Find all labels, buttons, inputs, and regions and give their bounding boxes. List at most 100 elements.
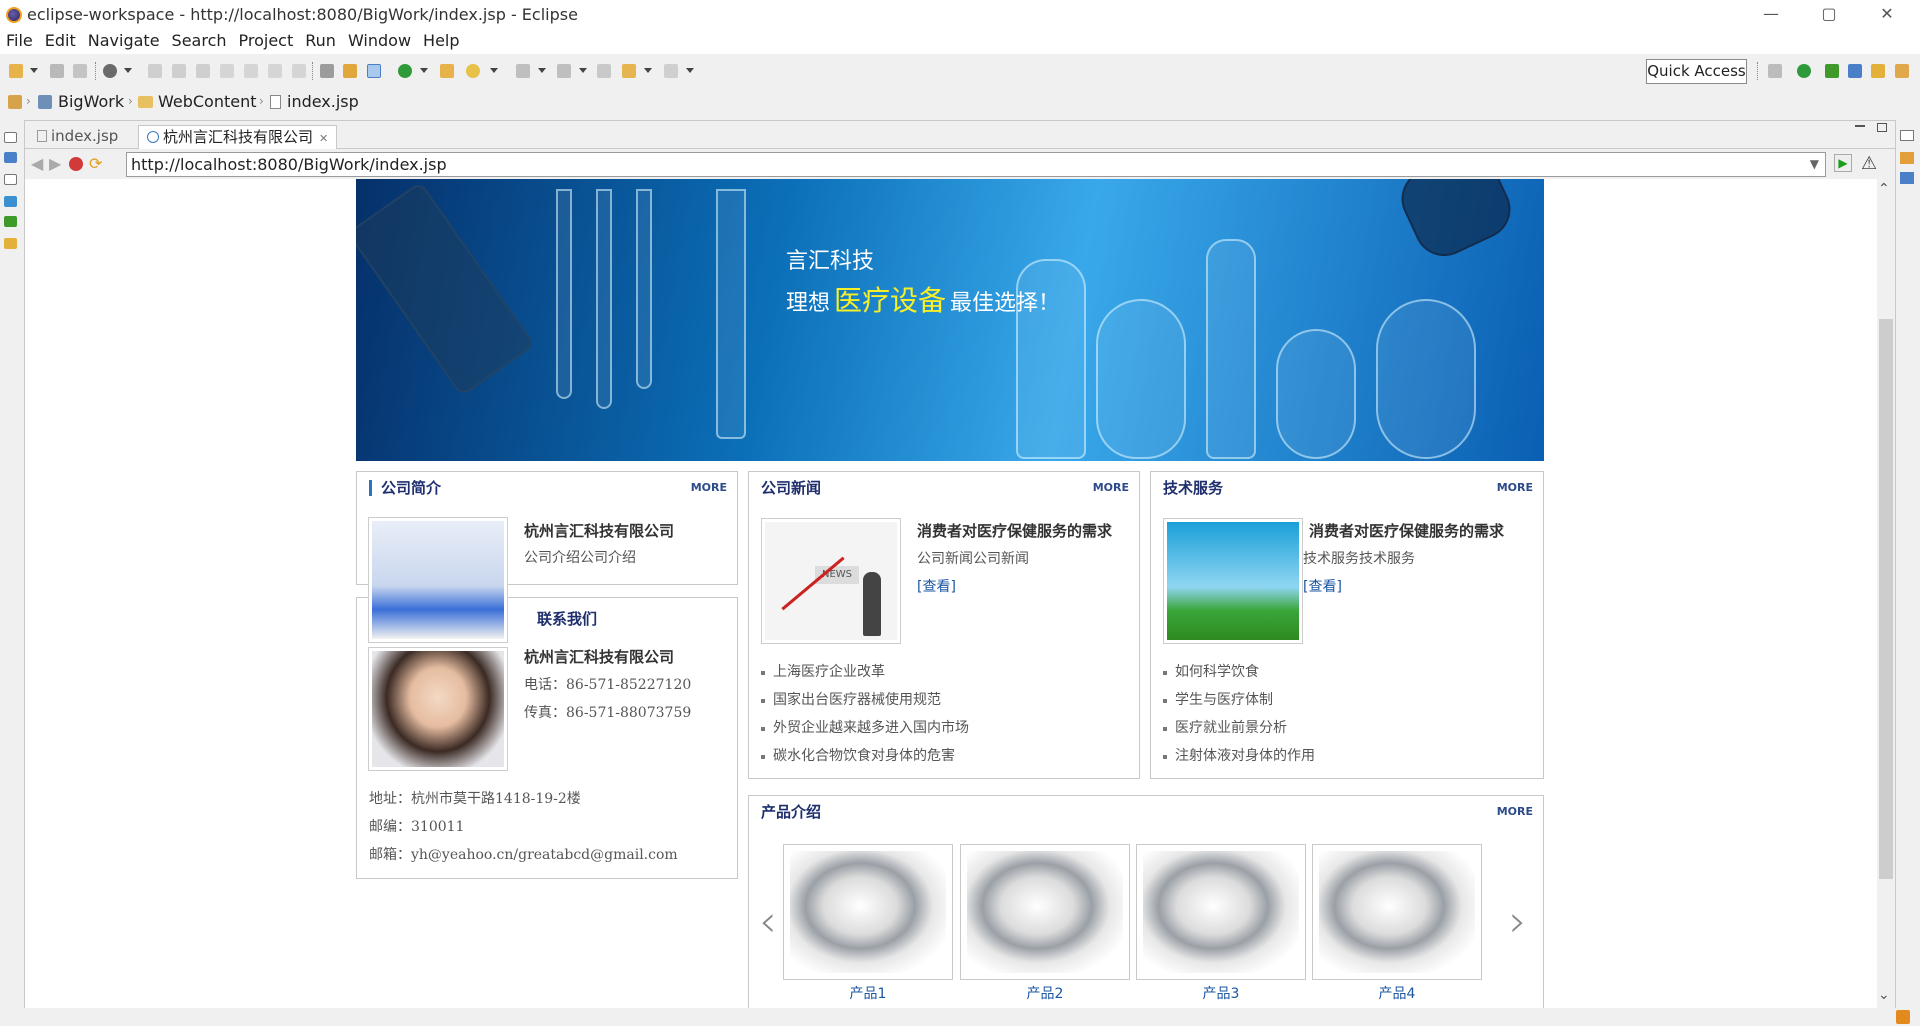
carousel-prev-icon[interactable]: ‹ <box>759 896 777 947</box>
tab-browser[interactable]: 杭州言汇科技有限公司 ✕ <box>138 125 338 149</box>
java-ee-perspective-icon[interactable] <box>1848 64 1862 78</box>
project-explorer-icon[interactable] <box>4 152 17 163</box>
build-icon[interactable] <box>343 64 357 78</box>
task-list-icon[interactable] <box>1900 172 1914 184</box>
news-item[interactable]: 上海医疗企业改革 <box>759 658 969 686</box>
go-button[interactable]: ▶ <box>1834 154 1852 172</box>
breadcrumb-folder[interactable]: WebContent <box>158 92 257 111</box>
restore-icon[interactable] <box>4 132 17 143</box>
step-into-icon[interactable] <box>244 64 258 78</box>
products-more-link[interactable]: MORE <box>1497 805 1533 818</box>
outline-icon[interactable] <box>1900 152 1914 164</box>
java-perspective-icon[interactable] <box>1871 64 1885 78</box>
disconnect-icon[interactable] <box>220 64 234 78</box>
news-item[interactable]: 外贸企业越来越多进入国内市场 <box>759 714 969 742</box>
menu-run[interactable]: Run <box>299 30 342 52</box>
menu-navigate[interactable]: Navigate <box>82 30 166 52</box>
product-label[interactable]: 产品4 <box>1312 983 1482 1003</box>
minimize-button[interactable]: — <box>1748 0 1794 30</box>
news-item[interactable]: 碳水化合物饮食对身体的危害 <box>759 742 969 770</box>
news-view-link[interactable]: [查看] <box>917 576 956 596</box>
tech-item[interactable]: 医疗就业前景分析 <box>1161 714 1315 742</box>
back-arrow-icon[interactable]: ◀ <box>31 156 43 172</box>
breadcrumb-project[interactable]: BigWork <box>58 92 124 111</box>
open-type-icon[interactable] <box>440 64 454 78</box>
rss-icon[interactable] <box>1896 1010 1910 1024</box>
search-dropdown-icon[interactable] <box>490 68 498 73</box>
search-icon[interactable] <box>466 64 480 78</box>
product-card[interactable] <box>1312 844 1482 980</box>
git-perspective-icon[interactable] <box>1797 64 1811 78</box>
new-icon[interactable] <box>9 64 23 78</box>
forward-icon[interactable] <box>664 64 678 78</box>
tab-index-jsp[interactable]: index.jsp <box>29 125 126 149</box>
back-icon[interactable] <box>622 64 636 78</box>
new-dropdown-icon[interactable] <box>30 68 38 73</box>
tech-item[interactable]: 学生与医疗体制 <box>1161 686 1315 714</box>
refresh-icon[interactable]: ⟳ <box>89 156 102 172</box>
about-more-link[interactable]: MORE <box>691 481 727 494</box>
run-dropdown-icon[interactable] <box>420 68 428 73</box>
menu-search[interactable]: Search <box>166 30 233 52</box>
stop-icon[interactable] <box>69 157 83 171</box>
skip-breakpoints-icon[interactable] <box>320 64 334 78</box>
tech-view-link[interactable]: [查看] <box>1303 576 1342 596</box>
product-label[interactable]: 产品3 <box>1136 983 1306 1003</box>
save-all-icon[interactable] <box>73 64 87 78</box>
product-label[interactable]: 产品2 <box>960 983 1130 1003</box>
news-item[interactable]: 国家出台医疗器械使用规范 <box>759 686 969 714</box>
open-perspective-icon[interactable] <box>1768 64 1782 78</box>
save-icon[interactable] <box>50 64 64 78</box>
menu-file[interactable]: File <box>0 30 39 52</box>
annotation-dropdown-icon[interactable] <box>538 68 546 73</box>
last-edit-icon[interactable] <box>597 64 611 78</box>
scroll-up-icon[interactable]: ⌃ <box>1878 181 1890 197</box>
tech-headline[interactable]: 消费者对医疗保健服务的需求 <box>1309 520 1504 541</box>
carousel-next-icon[interactable]: › <box>1509 896 1527 947</box>
back-dropdown-icon[interactable] <box>644 68 652 73</box>
terminate-icon[interactable] <box>196 64 210 78</box>
vertical-scrollbar[interactable]: ⌃ ⌄ <box>1877 179 1895 1009</box>
step-over-icon[interactable] <box>268 64 282 78</box>
tech-more-link[interactable]: MORE <box>1497 481 1533 494</box>
suspend-icon[interactable] <box>172 64 186 78</box>
minimize-editor-icon[interactable] <box>1855 125 1865 127</box>
warning-icon[interactable]: ⚠ <box>1861 153 1877 174</box>
forward-dropdown-icon[interactable] <box>686 68 694 73</box>
workspace-icon[interactable] <box>8 95 22 109</box>
maximize-editor-icon[interactable] <box>1877 123 1887 132</box>
product-label[interactable]: 产品1 <box>783 983 953 1003</box>
product-card[interactable] <box>1136 844 1306 980</box>
toggle-mark-icon[interactable] <box>367 64 381 78</box>
close-button[interactable]: ✕ <box>1864 0 1910 30</box>
forward-arrow-icon[interactable]: ▶ <box>49 156 61 172</box>
prev-dropdown-icon[interactable] <box>579 68 587 73</box>
tech-item[interactable]: 注射体液对身体的作用 <box>1161 742 1315 770</box>
prev-annotation-icon[interactable] <box>557 64 571 78</box>
chevron-down-icon[interactable]: ▼ <box>1810 153 1819 176</box>
resume-icon[interactable] <box>148 64 162 78</box>
profile-dropdown-icon[interactable] <box>124 68 132 73</box>
maximize-button[interactable]: ▢ <box>1806 0 1852 30</box>
close-tab-icon[interactable]: ✕ <box>319 132 328 145</box>
menu-help[interactable]: Help <box>417 30 465 52</box>
servers-icon[interactable] <box>4 196 17 207</box>
restore-icon[interactable] <box>1900 130 1914 141</box>
breadcrumb-file[interactable]: index.jsp <box>287 92 359 111</box>
debug-perspective-icon[interactable] <box>1825 64 1839 78</box>
product-card[interactable] <box>960 844 1130 980</box>
tasks-icon[interactable] <box>4 238 17 249</box>
step-return-icon[interactable] <box>292 64 306 78</box>
quick-access-field[interactable]: Quick Access <box>1646 59 1747 84</box>
menu-edit[interactable]: Edit <box>39 30 82 52</box>
debug-icon[interactable] <box>4 216 17 227</box>
run-icon[interactable] <box>398 64 412 78</box>
tech-item[interactable]: 如何科学饮食 <box>1161 658 1315 686</box>
resource-perspective-icon[interactable] <box>1895 64 1909 78</box>
menu-window[interactable]: Window <box>342 30 417 52</box>
scroll-down-icon[interactable]: ⌄ <box>1878 987 1890 1003</box>
news-more-link[interactable]: MORE <box>1093 481 1129 494</box>
scroll-thumb[interactable] <box>1879 319 1893 879</box>
product-card[interactable] <box>783 844 953 980</box>
url-field[interactable]: http://localhost:8080/BigWork/index.jsp ▼ <box>126 152 1826 177</box>
